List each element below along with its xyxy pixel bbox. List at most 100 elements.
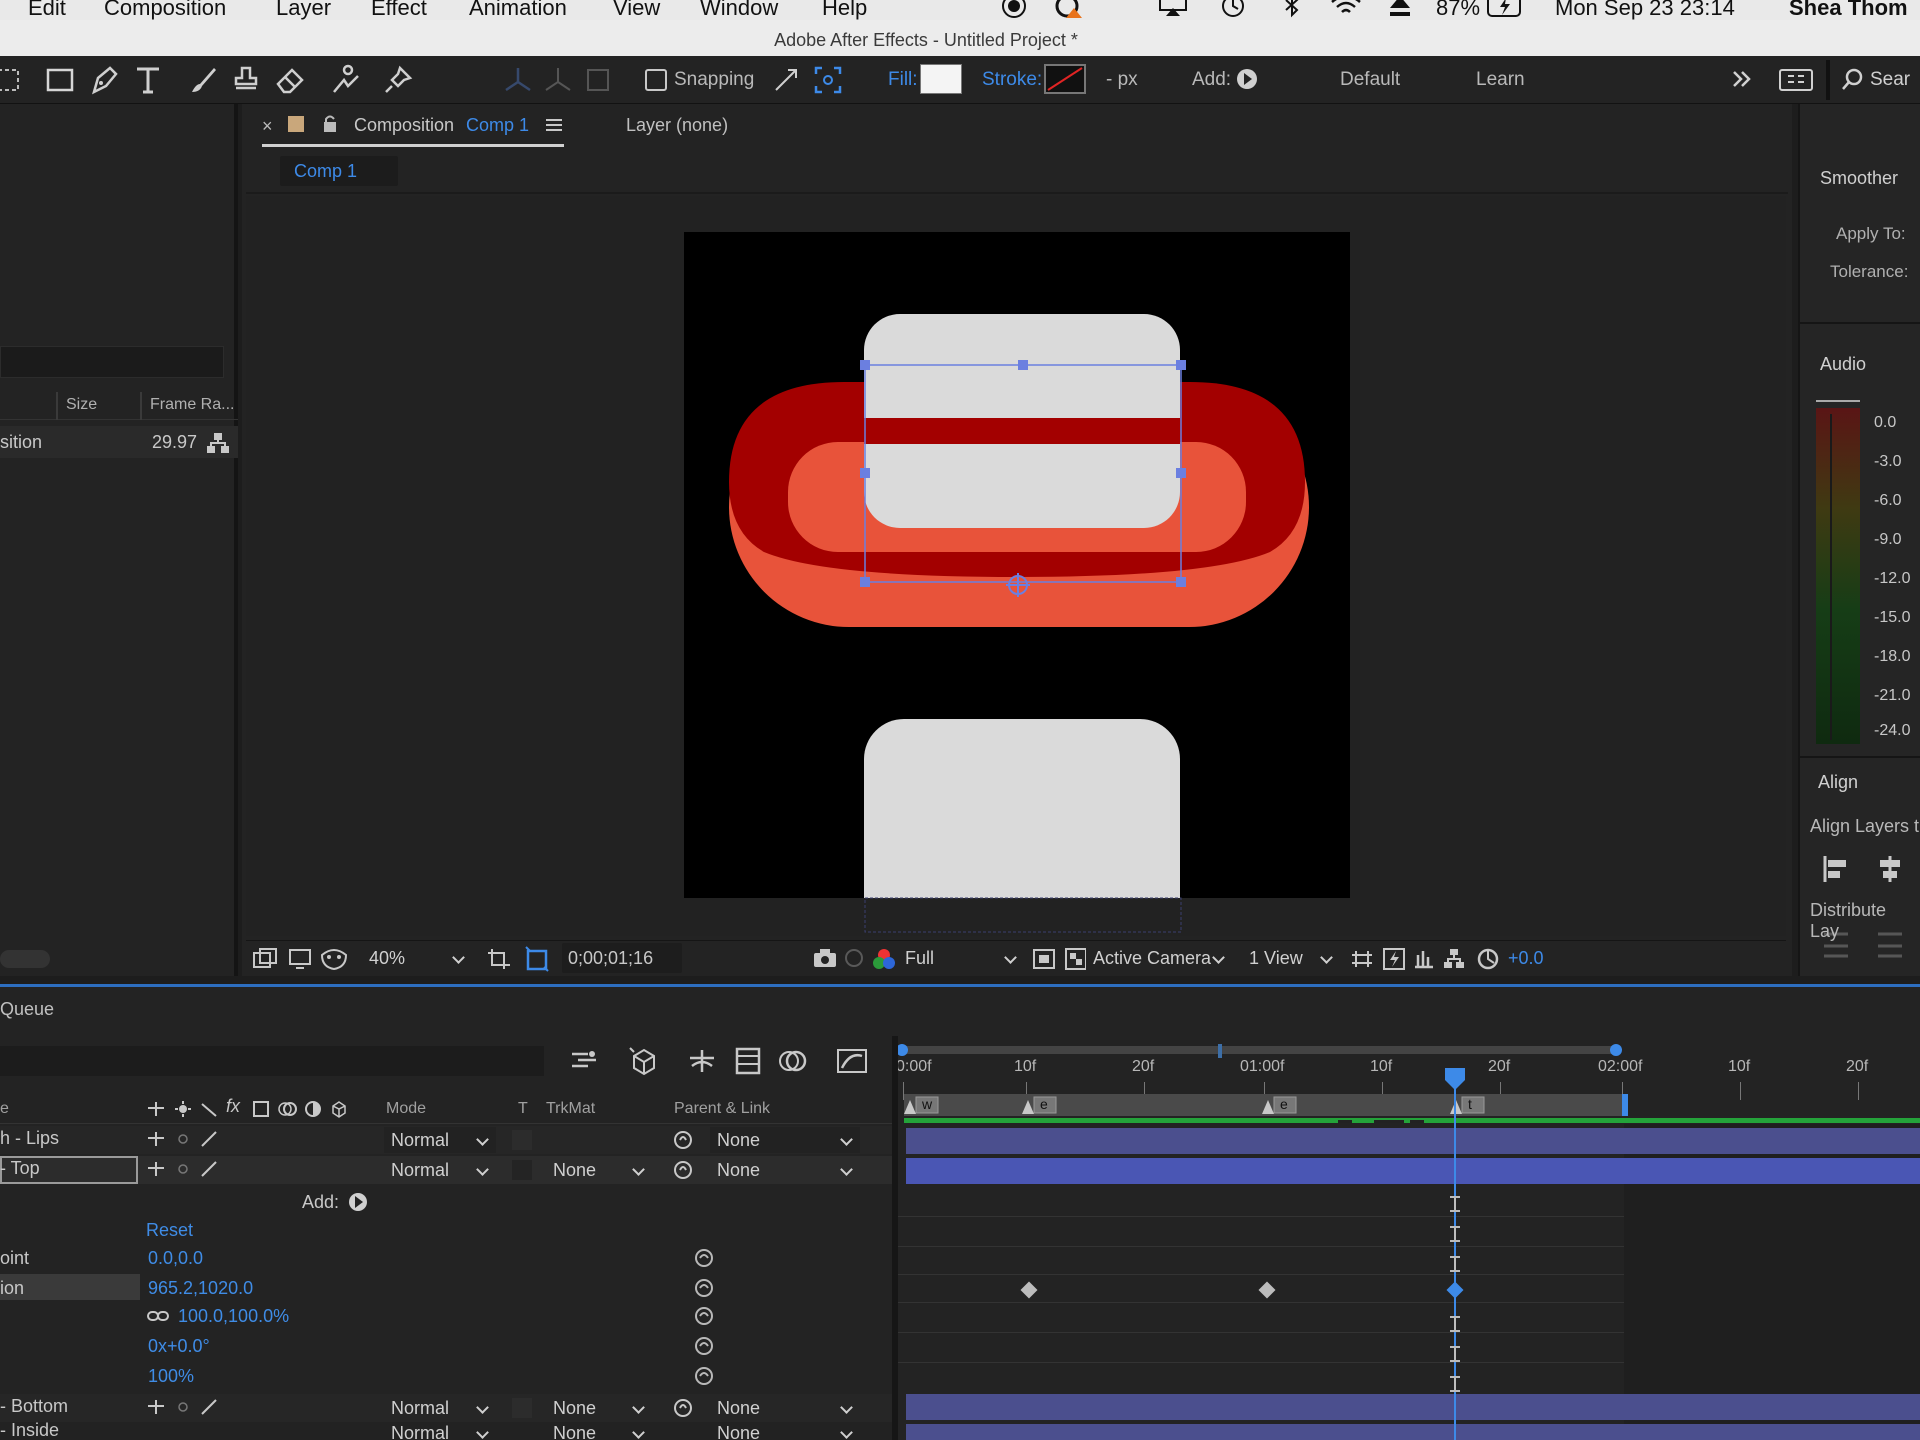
wifi-icon[interactable] [1330, 0, 1362, 18]
user-name[interactable]: Shea Thom [1789, 0, 1908, 20]
pick-whip-icon[interactable] [672, 1398, 694, 1418]
constrain-proportions-link-icon[interactable] [146, 1308, 170, 1324]
selection-bounding-box[interactable] [684, 232, 1364, 942]
mask-visibility-icon[interactable] [320, 947, 348, 971]
fast-previews-icon[interactable] [1382, 947, 1406, 971]
rectangle-tool-icon[interactable] [44, 64, 76, 96]
camera-dropdown[interactable]: Active Camera [1086, 945, 1232, 971]
checkerboard-icon[interactable] [1064, 947, 1088, 971]
comp-marker-e[interactable]: e [1262, 1096, 1302, 1114]
pick-whip-icon[interactable] [672, 1160, 694, 1180]
add-content-arrow-icon[interactable] [348, 1192, 368, 1212]
workspace-default[interactable]: Default [1340, 64, 1400, 96]
type-tool-icon[interactable] [132, 64, 164, 96]
axis-view-icon[interactable] [582, 64, 614, 96]
project-item-row[interactable]: sition 29.97 [0, 426, 238, 458]
record-icon[interactable] [1000, 0, 1028, 18]
blend-mode-dropdown[interactable]: Normal [384, 1422, 496, 1440]
parent-dropdown[interactable]: None [710, 1127, 860, 1153]
creative-cloud-icon[interactable] [1052, 0, 1086, 18]
collapse-switch-icon[interactable] [174, 1160, 192, 1178]
comp-label-color-swatch[interactable] [288, 116, 304, 132]
views-dropdown[interactable]: 1 View [1242, 945, 1340, 971]
toggle-pixel-aspect-icon[interactable] [1350, 947, 1374, 971]
axis-world-icon[interactable] [542, 64, 574, 96]
anchor-point-value[interactable]: 0.0,0.0 [148, 1248, 203, 1269]
expression-pickwhip-icon[interactable] [694, 1306, 714, 1326]
layer-name[interactable]: - Inside [0, 1422, 59, 1440]
snap-features-icon[interactable] [812, 64, 844, 96]
expression-pickwhip-icon[interactable] [694, 1336, 714, 1356]
position-value[interactable]: 965.2,1020.0 [148, 1278, 253, 1299]
3d-layer-header-icon[interactable] [330, 1100, 348, 1118]
track-matte-dropdown[interactable]: None [546, 1422, 652, 1440]
bluetooth-icon[interactable] [1282, 0, 1302, 18]
workspace-layout-icon[interactable] [1778, 66, 1814, 94]
distribute-center-icon[interactable] [1876, 930, 1904, 960]
fill-label[interactable]: Fill: [888, 64, 918, 96]
rotation-value[interactable]: 0x+0.0° [148, 1336, 210, 1357]
opacity-value[interactable]: 100% [148, 1366, 194, 1387]
monitor-icon[interactable] [288, 947, 312, 971]
comp-mini-flowchart-icon[interactable] [568, 1046, 602, 1076]
lock-icon[interactable] [322, 114, 338, 134]
exposure-value[interactable]: +0.0 [1508, 948, 1544, 969]
axis-local-icon[interactable] [502, 64, 534, 96]
comp-tab-name[interactable]: Comp 1 [466, 115, 529, 136]
parent-dropdown[interactable]: None [710, 1422, 860, 1440]
collapse-switch-icon[interactable] [174, 1130, 192, 1148]
add-shape-arrow-icon[interactable] [1236, 68, 1258, 90]
layer-duration-bar[interactable] [906, 1394, 1920, 1420]
eraser-tool-icon[interactable] [274, 64, 306, 96]
fill-color-swatch[interactable] [920, 64, 962, 94]
comp-navigator-chip[interactable]: Comp 1 [280, 156, 398, 186]
resolution-dropdown[interactable]: Full [898, 945, 1024, 971]
stroke-width-value[interactable]: - px [1106, 64, 1138, 96]
track-matte-dropdown[interactable]: None [546, 1395, 652, 1421]
preserve-transparency-toggle[interactable] [512, 1130, 532, 1150]
rgb-channels-icon[interactable] [872, 947, 896, 971]
workspace-learn[interactable]: Learn [1476, 64, 1525, 96]
layer-duration-bar[interactable] [906, 1128, 1920, 1154]
more-workspaces-chevron-icon[interactable] [1728, 66, 1756, 94]
col-parent[interactable]: Parent & Link [674, 1100, 770, 1118]
current-time-indicator-head[interactable] [1445, 1068, 1465, 1090]
help-search-field[interactable]: Sear [1870, 64, 1910, 96]
comp-tab-prefix[interactable]: Composition [354, 115, 454, 136]
collapse-switch-icon[interactable] [174, 1398, 192, 1416]
col-size-header[interactable]: Size [66, 396, 97, 414]
menu-layer[interactable]: Layer [276, 0, 331, 20]
layer-row[interactable]: h - Lips Normal None [0, 1126, 894, 1154]
blend-mode-dropdown[interactable]: Normal [384, 1157, 496, 1183]
property-name[interactable]: ion [0, 1278, 24, 1299]
shy-layers-icon[interactable] [686, 1046, 718, 1076]
comp-marker-t[interactable]: t [1450, 1096, 1490, 1114]
reset-transform-link[interactable]: Reset [146, 1220, 193, 1241]
menu-animation[interactable]: Animation [469, 0, 567, 20]
motion-blur-header-icon[interactable] [278, 1100, 298, 1118]
layer-name[interactable]: - Bottom [0, 1396, 68, 1417]
snap-edges-icon[interactable] [770, 64, 802, 96]
fx-header-icon[interactable]: fx [226, 1096, 240, 1117]
show-snapshot-icon[interactable] [842, 947, 866, 969]
blend-mode-dropdown[interactable]: Normal [384, 1127, 496, 1153]
work-area-end-handle[interactable] [1610, 1044, 1622, 1056]
close-tab-icon[interactable]: × [262, 116, 273, 137]
layer-duration-bar-selected[interactable] [906, 1158, 1920, 1184]
layer-tab[interactable]: Layer (none) [626, 115, 728, 136]
comp-marker-w[interactable]: w [904, 1096, 944, 1114]
stroke-label[interactable]: Stroke: [982, 64, 1042, 96]
panel-menu-icon[interactable] [546, 118, 562, 132]
timeline-search-input[interactable] [0, 1046, 544, 1076]
parent-dropdown[interactable]: None [710, 1157, 860, 1183]
flowchart-icon[interactable] [206, 432, 230, 454]
col-t[interactable]: T [518, 1100, 528, 1118]
menu-composition[interactable]: Composition [104, 0, 226, 20]
pen-tool-icon[interactable] [88, 64, 120, 96]
expression-pickwhip-icon[interactable] [694, 1366, 714, 1386]
menu-effect[interactable]: Effect [371, 0, 427, 20]
graph-editor-icon[interactable] [836, 1046, 868, 1076]
align-panel-title[interactable]: Align [1818, 772, 1858, 793]
transparency-grid-icon[interactable] [524, 945, 550, 973]
render-queue-tab[interactable]: Queue [0, 999, 54, 1020]
